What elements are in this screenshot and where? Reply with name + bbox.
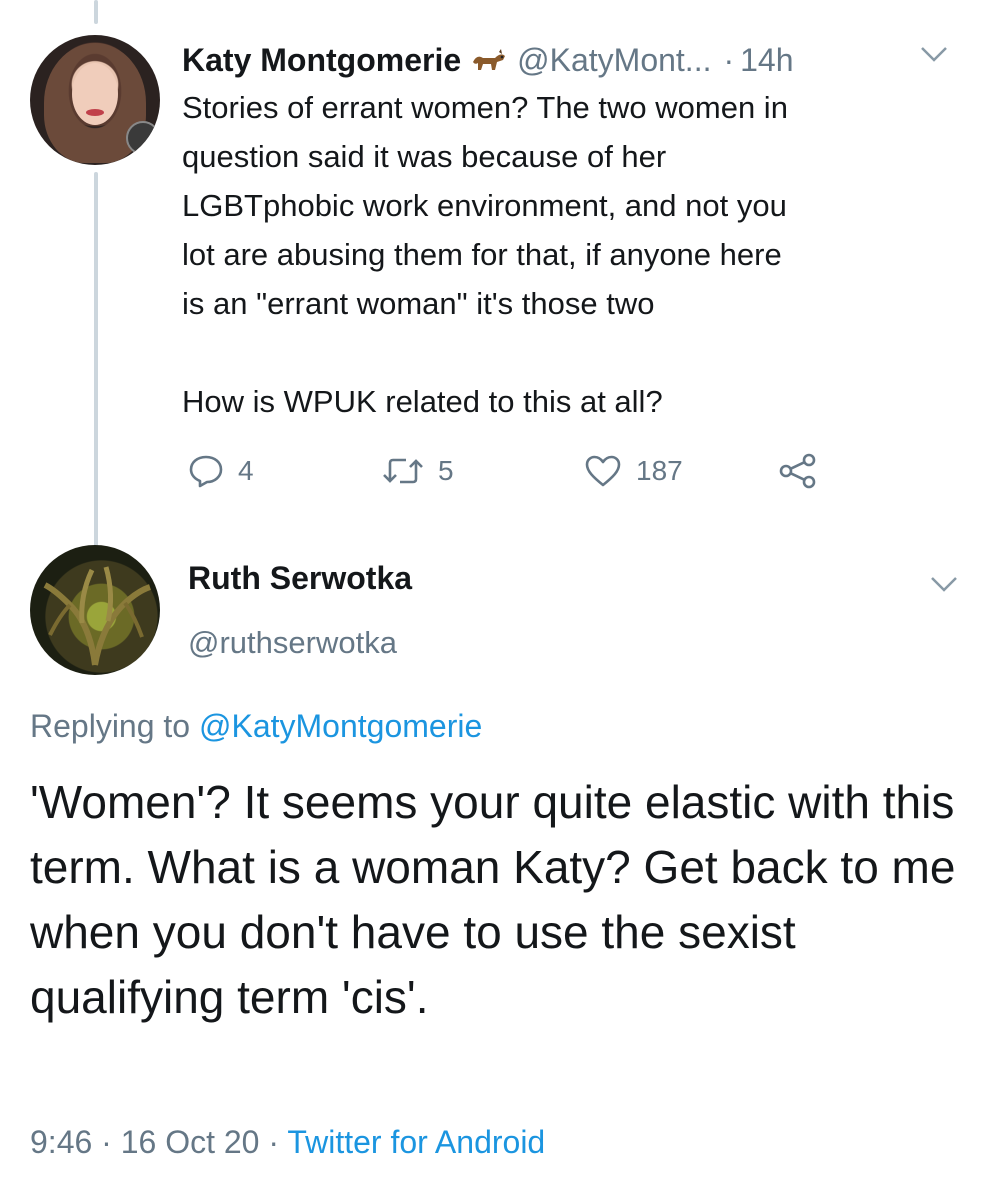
like-button[interactable]: 187 <box>584 448 683 494</box>
tweet-time[interactable]: 9:46 <box>30 1124 92 1160</box>
reply-count: 4 <box>238 455 254 486</box>
source-link[interactable]: Twitter for Android <box>287 1124 545 1160</box>
chevron-down-icon[interactable] <box>930 575 958 593</box>
heart-icon <box>585 455 621 487</box>
handle[interactable]: @ruthserwotka <box>188 625 397 661</box>
share-button[interactable] <box>778 448 832 494</box>
separator-dot: · <box>723 41 735 78</box>
tweet-date[interactable]: 16 Oct 20 <box>121 1124 260 1160</box>
separator-dot: · <box>92 1124 121 1160</box>
tweet-text: 'Women'? It seems your quite elastic wit… <box>30 776 956 1023</box>
separator-dot: · <box>259 1124 288 1160</box>
like-count: 187 <box>636 455 683 486</box>
display-name[interactable]: Ruth Serwotka <box>188 560 412 597</box>
replying-prefix: Replying to <box>30 708 199 744</box>
retweet-icon <box>383 458 423 484</box>
reply-icon <box>189 455 223 488</box>
retweet-button[interactable]: 5 <box>382 448 454 494</box>
timestamp[interactable]: 14h <box>740 42 793 79</box>
retweet-count: 5 <box>438 455 454 486</box>
tweet-text: Stories of errant women? The two women i… <box>182 90 788 419</box>
dog-emoji-icon <box>471 48 507 72</box>
avatar-katy[interactable] <box>30 35 160 165</box>
handle[interactable]: @KatyMont... <box>517 42 711 79</box>
replying-to: Replying to @KatyMontgomerie <box>30 708 482 745</box>
tweet-header: Katy Montgomerie @KatyMont... · 14h <box>182 38 794 82</box>
share-icon <box>779 453 816 489</box>
thread-line-bottom <box>94 172 98 547</box>
replying-mention-link[interactable]: @KatyMontgomerie <box>199 708 482 744</box>
action-bar: 4 5 187 <box>182 448 882 494</box>
chevron-down-icon[interactable] <box>920 45 948 63</box>
reply-button[interactable]: 4 <box>188 448 254 494</box>
avatar-ruth[interactable] <box>30 545 160 675</box>
thread-line-top <box>94 0 98 24</box>
display-name[interactable]: Katy Montgomerie <box>182 42 461 79</box>
tweet-meta: 9:46 · 16 Oct 20 · Twitter for Android <box>30 1124 545 1161</box>
